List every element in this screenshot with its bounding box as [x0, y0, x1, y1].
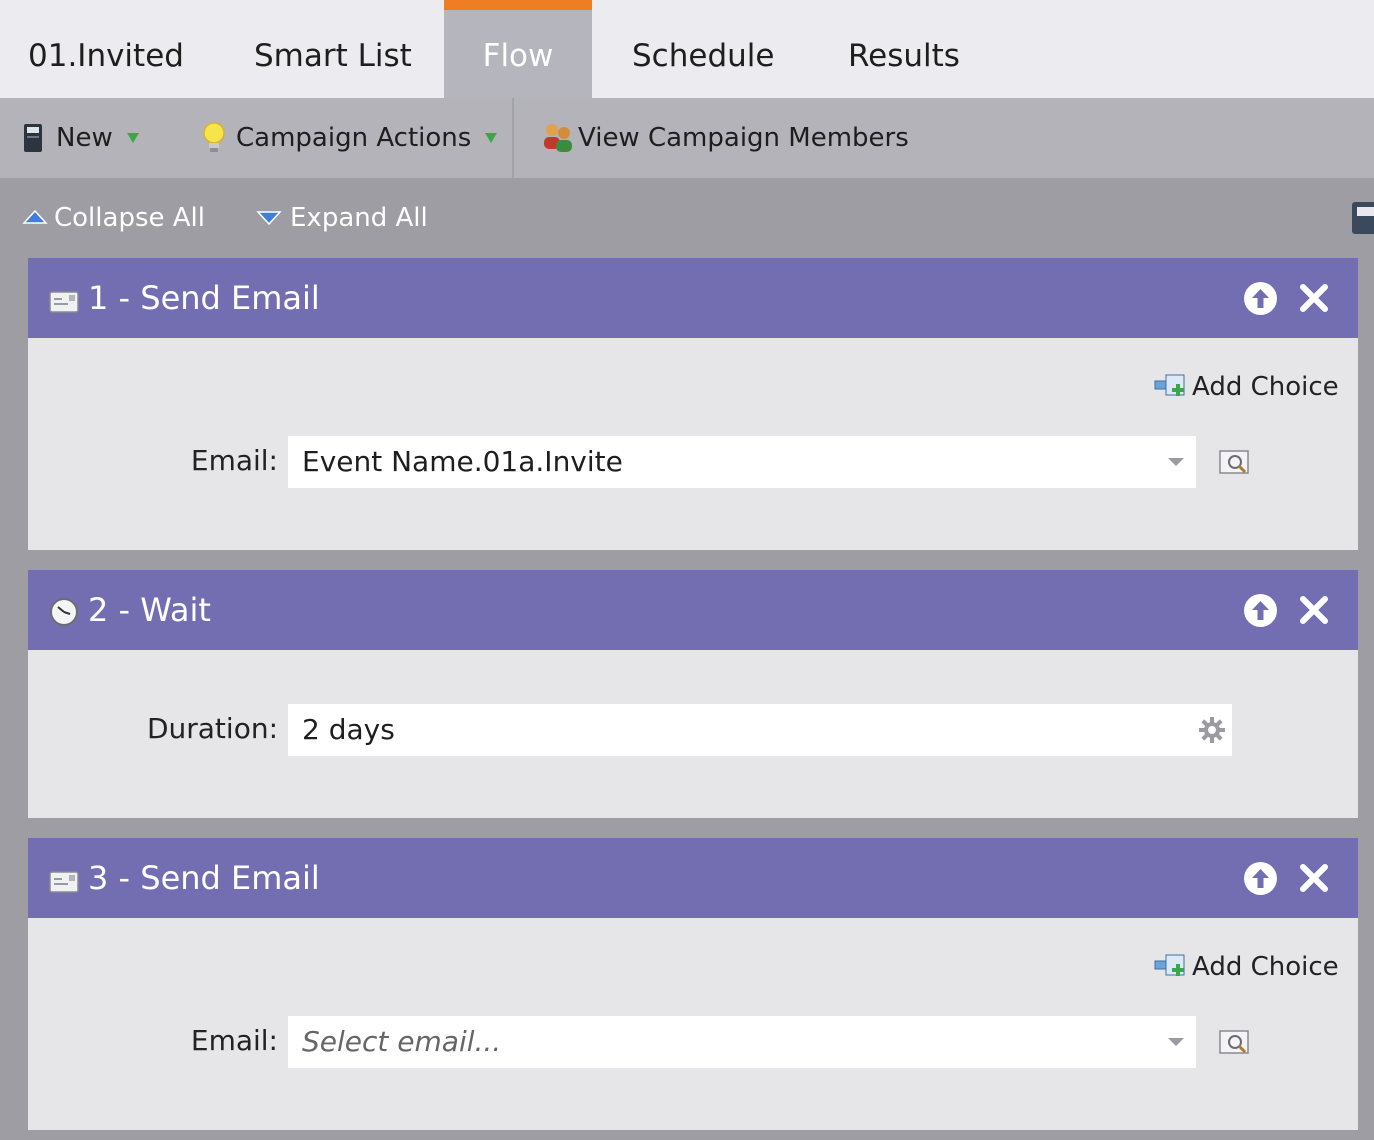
tab-smart-list[interactable]: Smart List [226, 0, 444, 98]
flow-step-body: Add Choice Email: Select email... [28, 918, 1358, 1130]
add-choice-icon [1154, 374, 1185, 396]
chevron-down-icon [485, 133, 498, 143]
add-choice-button[interactable]: Add Choice [1154, 372, 1339, 402]
step-title: 3 - Send Email [88, 859, 320, 897]
tab-bar: 01.Invited Smart List Flow Schedule Resu… [0, 0, 1374, 98]
tab-program-name[interactable]: 01.Invited [0, 0, 214, 98]
campaign-actions-label: Campaign Actions [236, 123, 472, 153]
people-icon [544, 124, 572, 152]
duration-input[interactable]: 2 days [288, 704, 1232, 756]
campaign-actions-menu-button[interactable]: Campaign Actions [200, 98, 498, 178]
tab-results[interactable]: Results [820, 0, 1020, 98]
step-title: 1 - Send Email [88, 279, 320, 317]
expand-all-label: Expand All [290, 203, 428, 233]
move-up-icon[interactable] [1244, 282, 1277, 315]
duration-field-label: Duration: [146, 712, 278, 745]
flow-step-header[interactable]: 2 - Wait [28, 570, 1358, 650]
move-up-icon[interactable] [1244, 862, 1277, 895]
triangle-down-icon [256, 211, 282, 226]
expand-all-button[interactable]: Expand All [256, 198, 428, 238]
move-up-icon[interactable] [1244, 594, 1277, 627]
view-campaign-members-button[interactable]: View Campaign Members [540, 98, 909, 178]
flow-step-body: Add Choice Email: Event Name.01a.Invite [28, 338, 1358, 550]
email-field-label: Email: [190, 444, 278, 477]
toolbar: New Campaign Actions View Campaign Membe… [0, 98, 1374, 178]
step-title: 2 - Wait [88, 591, 211, 629]
chevron-down-icon [126, 133, 139, 143]
email-select[interactable]: Select email... [288, 1016, 1196, 1068]
add-choice-label: Add Choice [1192, 952, 1339, 982]
new-menu-label: New [56, 123, 113, 153]
new-menu-button[interactable]: New [22, 98, 139, 178]
clock-icon [50, 598, 78, 626]
flow-step-body: Duration: 2 days [28, 650, 1358, 818]
close-icon[interactable] [1298, 592, 1330, 628]
tab-flow[interactable]: Flow [444, 0, 592, 98]
preview-icon[interactable] [1218, 1028, 1252, 1056]
chevron-down-icon [1168, 458, 1184, 466]
add-choice-label: Add Choice [1192, 372, 1339, 402]
gear-icon[interactable] [1198, 716, 1226, 744]
email-icon [49, 291, 79, 313]
email-field-label: Email: [190, 1024, 278, 1057]
chevron-down-icon [1168, 1038, 1184, 1046]
triangle-up-icon [22, 209, 48, 224]
collapse-all-label: Collapse All [54, 203, 205, 233]
add-choice-icon [1154, 954, 1185, 976]
email-select-placeholder: Select email... [302, 1025, 502, 1058]
add-choice-button[interactable]: Add Choice [1154, 952, 1339, 982]
email-select-value: Event Name.01a.Invite [302, 445, 623, 478]
lightbulb-icon [203, 122, 225, 152]
new-document-icon [24, 124, 42, 152]
close-icon[interactable] [1298, 280, 1330, 316]
email-icon [49, 871, 79, 893]
email-select[interactable]: Event Name.01a.Invite [288, 436, 1196, 488]
flow-step-header[interactable]: 1 - Send Email [28, 258, 1358, 338]
view-campaign-members-label: View Campaign Members [578, 123, 909, 153]
close-icon[interactable] [1298, 860, 1330, 896]
preview-icon[interactable] [1218, 448, 1252, 476]
collapse-all-button[interactable]: Collapse All [22, 198, 205, 238]
tab-schedule[interactable]: Schedule [604, 0, 808, 98]
duration-value: 2 days [302, 713, 395, 746]
flow-step-header[interactable]: 3 - Send Email [28, 838, 1358, 918]
toolbar-divider [512, 98, 514, 178]
save-icon[interactable] [1352, 202, 1374, 234]
